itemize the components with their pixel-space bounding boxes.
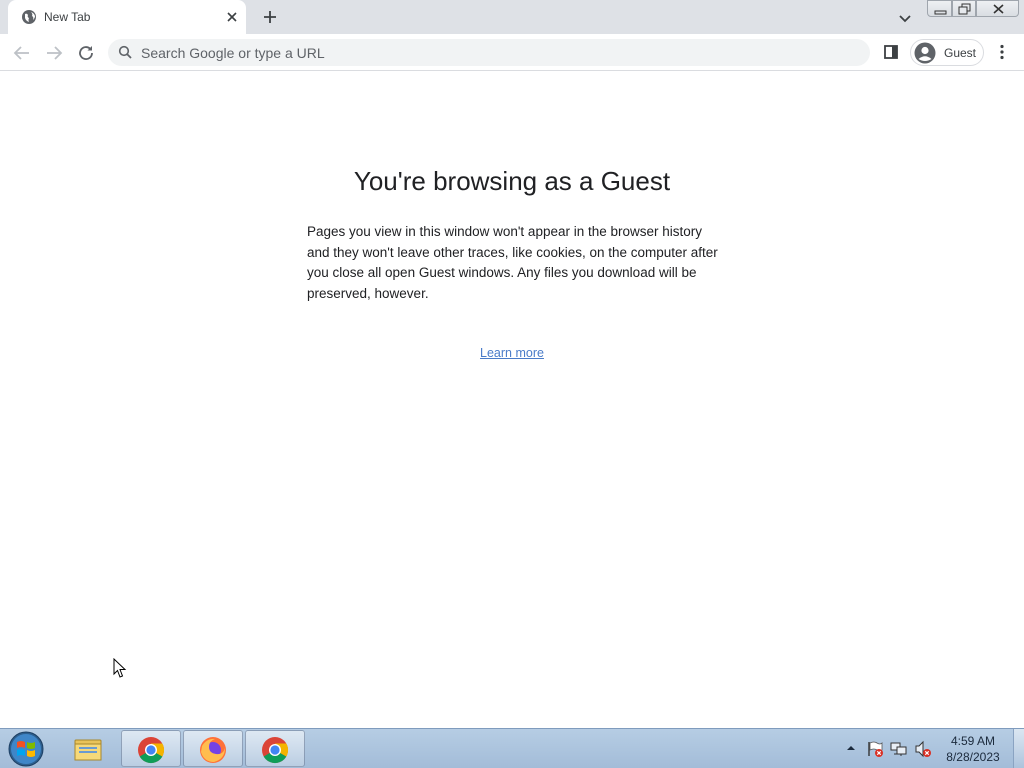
close-icon[interactable]	[224, 9, 240, 25]
tab-strip: New Tab	[0, 0, 1024, 34]
avatar	[914, 42, 936, 64]
chrome-icon	[138, 737, 165, 764]
address-bar-input[interactable]	[141, 39, 841, 66]
more-vertical-icon[interactable]	[992, 42, 1012, 62]
volume-muted-icon[interactable]	[914, 740, 932, 758]
close-window-button[interactable]	[976, 0, 1019, 17]
taskbar-file-explorer[interactable]	[59, 730, 119, 767]
learn-more-link[interactable]: Learn more	[480, 346, 544, 360]
guest-description: Pages you view in this window won't appe…	[307, 224, 718, 301]
restore-icon	[958, 3, 971, 15]
back-button[interactable]	[10, 41, 34, 65]
folder-icon	[74, 739, 102, 761]
side-panel-button[interactable]	[881, 42, 901, 62]
taskbar: 4:59 AM 8/28/2023	[0, 728, 1024, 768]
action-center-flag-icon[interactable]	[866, 740, 884, 758]
new-tab-button[interactable]	[258, 5, 282, 29]
tab-title: New Tab	[44, 10, 91, 24]
forward-button[interactable]	[42, 41, 66, 65]
omnibox[interactable]	[108, 39, 870, 66]
profile-button[interactable]: Guest	[910, 39, 984, 66]
profile-label: Guest	[944, 46, 977, 60]
show-hidden-icons-icon[interactable]	[846, 743, 856, 753]
minimize-button[interactable]	[927, 0, 952, 17]
chevron-down-icon[interactable]	[895, 8, 915, 28]
taskbar-firefox[interactable]	[183, 730, 243, 767]
windows-start-icon[interactable]	[6, 730, 46, 768]
search-icon	[118, 45, 132, 59]
learn-more-container: Learn more	[0, 346, 1024, 360]
close-icon	[993, 4, 1004, 14]
page-content: You're browsing as a Guest Pages you vie…	[0, 72, 1024, 728]
browser-toolbar: Guest	[0, 34, 1024, 71]
firefox-icon	[200, 737, 226, 763]
clock-date: 8/28/2023	[946, 750, 1000, 764]
system-clock[interactable]: 4:59 AM 8/28/2023	[938, 733, 1008, 765]
show-desktop-button[interactable]	[1013, 729, 1024, 768]
page-title: You're browsing as a Guest	[353, 166, 671, 196]
reload-button[interactable]	[74, 41, 98, 65]
window-controls	[927, 0, 1019, 18]
restore-button[interactable]	[952, 0, 976, 17]
mouse-cursor-icon	[113, 658, 127, 678]
taskbar-chrome[interactable]	[121, 730, 181, 767]
taskbar-chrome[interactable]	[245, 730, 305, 767]
network-icon[interactable]	[890, 740, 908, 758]
tab-new-tab[interactable]: New Tab	[8, 0, 246, 34]
chrome-icon	[262, 737, 289, 764]
clock-time: 4:59 AM	[950, 734, 996, 748]
globe-icon	[22, 10, 36, 24]
minimize-icon	[934, 10, 947, 15]
